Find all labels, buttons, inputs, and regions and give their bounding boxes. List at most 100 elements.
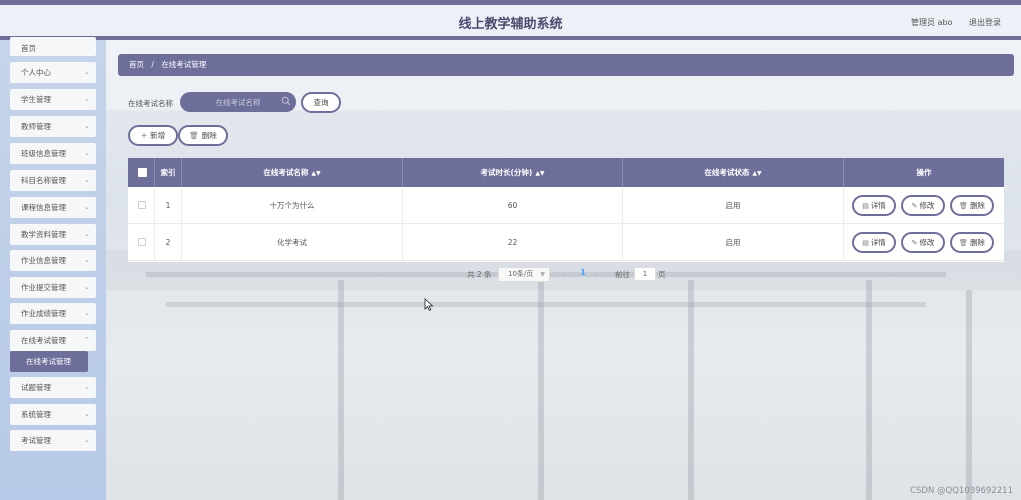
trash-icon: 🗑 <box>959 239 968 247</box>
cell-status: 启用 <box>623 187 844 224</box>
row-select-cell <box>128 224 155 261</box>
sidebar-item-home[interactable]: 首页 <box>10 37 96 56</box>
goto-page-input[interactable]: 1 <box>634 267 656 281</box>
delete-button[interactable]: 🗑 删除 <box>950 195 994 216</box>
edit-button[interactable]: ✎ 修改 <box>901 195 945 216</box>
sidebar-item-label: 教师管理 <box>21 122 51 131</box>
sidebar-item-system[interactable]: 系统管理 ⌄ <box>10 404 96 425</box>
chevron-down-icon: ⌄ <box>84 149 90 157</box>
page-suffix: 页 <box>658 270 666 279</box>
breadcrumb-home[interactable]: 首页 <box>129 60 144 69</box>
mouse-cursor-icon <box>424 298 434 311</box>
cell-status: 启用 <box>623 224 844 261</box>
cell-duration: 22 <box>403 224 623 261</box>
query-button[interactable]: 查询 <box>301 92 341 113</box>
detail-button[interactable]: ▤ 详情 <box>852 232 896 253</box>
page-number-current[interactable]: 1 <box>576 268 590 280</box>
column-header-status-label: 在线考试状态 <box>704 168 750 177</box>
table-row: 2 化学考试 22 启用 ▤ 详情 ✎ 修改 🗑 删除 <box>128 224 1004 261</box>
table-row: 1 十万个为什么 60 启用 ▤ 详情 ✎ 修改 🗑 删除 <box>128 187 1004 224</box>
chevron-down-icon: ⌄ <box>84 309 90 317</box>
chevron-down-icon: ⌄ <box>84 203 90 211</box>
chevron-down-icon: ⌄ <box>84 176 90 184</box>
breadcrumb-current: 在线考试管理 <box>161 60 207 69</box>
delete-button[interactable]: 🗑 删除 <box>950 232 994 253</box>
column-header-name-label: 在线考试名称 <box>263 168 309 177</box>
sidebar-item-materials[interactable]: 教学资料管理 ⌄ <box>10 224 96 245</box>
select-all-cell <box>128 158 155 187</box>
pagination-total: 共 2 条 <box>467 270 492 279</box>
sidebar-item-class-info[interactable]: 班级信息管理 ⌄ <box>10 143 96 164</box>
next-page-button[interactable]: › <box>594 269 597 278</box>
sidebar-item-online-exam[interactable]: 在线考试管理 ⌃ <box>10 330 96 351</box>
header-user-area: 管理员 abo 退出登录 <box>897 17 1001 28</box>
detail-button-label: 详情 <box>870 238 886 247</box>
column-header-actions: 操作 <box>916 168 932 177</box>
prev-page-button[interactable]: ‹ <box>562 269 565 278</box>
sidebar-item-label: 考试管理 <box>21 436 51 445</box>
sidebar-item-label: 系统管理 <box>21 410 51 419</box>
goto-label: 前往 <box>615 270 630 279</box>
search-label: 在线考试名称 <box>128 99 173 108</box>
chevron-down-icon: ▼ <box>540 271 545 278</box>
sidebar-item-label: 首页 <box>21 44 36 53</box>
sidebar-item-courses[interactable]: 课程信息管理 ⌄ <box>10 197 96 218</box>
sidebar-item-label: 班级信息管理 <box>21 149 66 158</box>
add-button[interactable]: + 新增 <box>128 125 178 146</box>
column-header-name[interactable]: 在线考试名称 ▲▼ <box>182 158 403 187</box>
cell-exam-name: 化学考试 <box>182 224 403 261</box>
sidebar-item-label: 学生管理 <box>21 95 51 104</box>
sidebar-item-questions[interactable]: 试题管理 ⌄ <box>10 377 96 398</box>
logout-link[interactable]: 退出登录 <box>969 18 1001 27</box>
sidebar-item-homework-grades[interactable]: 作业成绩管理 ⌄ <box>10 303 96 324</box>
sort-icon: ▲▼ <box>752 170 762 177</box>
current-user: 管理员 abo <box>911 18 953 27</box>
sidebar-item-label: 试题管理 <box>21 383 51 392</box>
delete-button-label: 删除 <box>969 238 985 247</box>
table-header: 索引 在线考试名称 ▲▼ 考试时长(分钟) ▲▼ 在线考试状态 ▲▼ 操作 <box>128 158 1004 187</box>
select-all-checkbox[interactable] <box>138 168 147 177</box>
plus-icon: + <box>140 131 148 140</box>
row-checkbox[interactable] <box>138 238 146 246</box>
sidebar-item-subjects[interactable]: 科目名称管理 ⌄ <box>10 170 96 191</box>
cell-index: 2 <box>155 224 182 261</box>
row-checkbox[interactable] <box>138 201 146 209</box>
chevron-down-icon: ⌄ <box>84 383 90 391</box>
trash-icon: 🗑 <box>959 202 968 210</box>
exam-table: 索引 在线考试名称 ▲▼ 考试时长(分钟) ▲▼ 在线考试状态 ▲▼ 操作 1 十万个… <box>128 158 1004 262</box>
chevron-down-icon: ⌄ <box>84 230 90 238</box>
page-size-select[interactable]: 10条/页 ▼ <box>498 267 550 282</box>
batch-delete-button[interactable]: 🗑 删除 <box>178 125 228 146</box>
sidebar-item-label: 作业提交管理 <box>21 283 66 292</box>
sidebar-item-exam-management[interactable]: 考试管理 ⌄ <box>10 430 96 451</box>
column-header-duration-label: 考试时长(分钟) <box>480 168 533 177</box>
sidebar-item-students[interactable]: 学生管理 ⌄ <box>10 89 96 110</box>
chevron-down-icon: ⌄ <box>84 95 90 103</box>
breadcrumb-separator: / <box>151 60 154 69</box>
column-header-status[interactable]: 在线考试状态 ▲▼ <box>623 158 844 187</box>
column-header-index: 索引 <box>155 158 182 187</box>
search-input[interactable] <box>180 92 296 112</box>
sidebar-item-teachers[interactable]: 教师管理 ⌄ <box>10 116 96 137</box>
delete-button-label: 删除 <box>201 131 217 140</box>
sort-icon: ▲▼ <box>311 170 321 177</box>
sidebar-item-label: 教学资料管理 <box>21 230 66 239</box>
pencil-icon: ✎ <box>911 202 918 210</box>
sidebar-item-personal-center[interactable]: 个人中心 ⌄ <box>10 62 96 83</box>
chevron-down-icon: ⌄ <box>84 410 90 418</box>
column-header-duration[interactable]: 考试时长(分钟) ▲▼ <box>403 158 623 187</box>
submenu-item-online-exam-management[interactable]: 在线考试管理 <box>10 351 88 372</box>
watermark: CSDN @QQ1039692211 <box>910 486 1013 496</box>
cell-actions: ▤ 详情 ✎ 修改 🗑 删除 <box>844 224 1004 261</box>
cell-index: 1 <box>155 187 182 224</box>
search-icon <box>281 96 291 106</box>
edit-button[interactable]: ✎ 修改 <box>901 232 945 253</box>
row-select-cell <box>128 187 155 224</box>
app-title: 线上教学辅助系统 <box>458 17 563 32</box>
delete-button-label: 删除 <box>969 201 985 210</box>
detail-button[interactable]: ▤ 详情 <box>852 195 896 216</box>
cell-exam-name: 十万个为什么 <box>182 187 403 224</box>
page-size-value: 10条/页 <box>508 270 534 278</box>
document-icon: ▤ <box>862 202 869 210</box>
chevron-down-icon: ⌄ <box>84 68 90 76</box>
